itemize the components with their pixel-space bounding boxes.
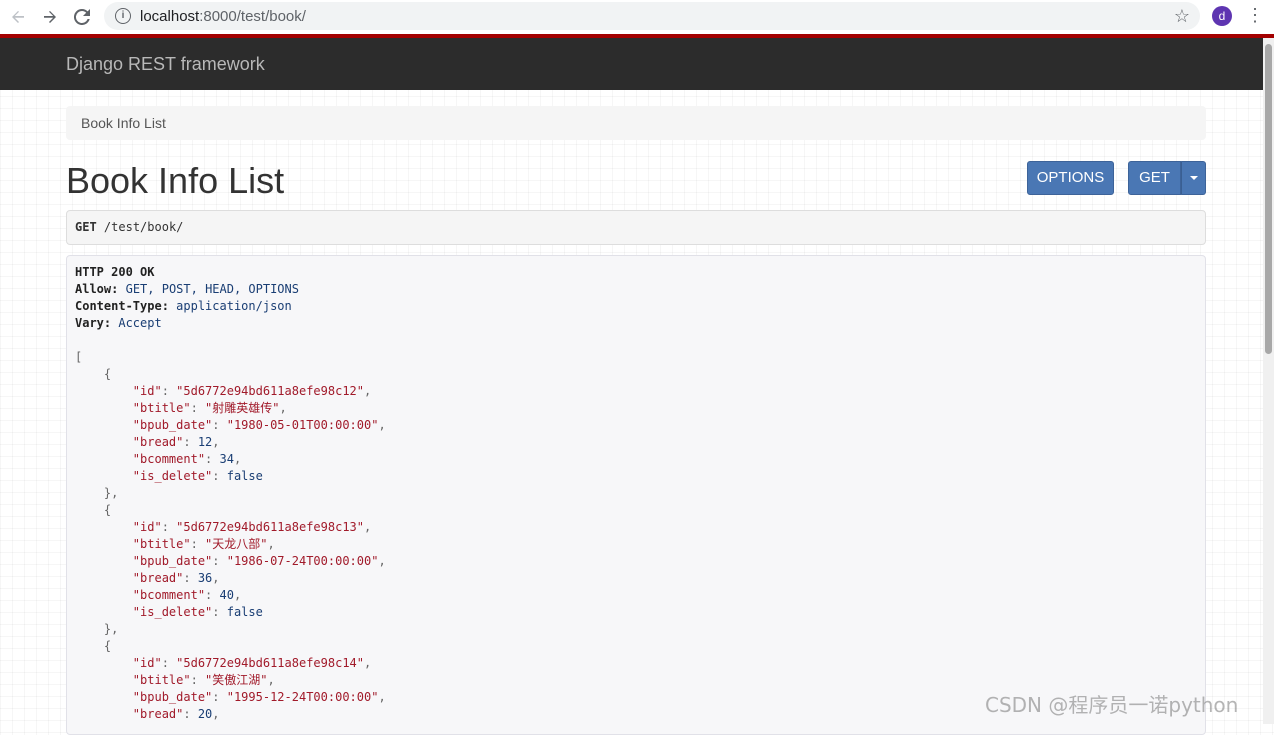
watermark: CSDN @程序员一诺python <box>985 693 1239 717</box>
url-text[interactable]: localhost:8000/test/book/ <box>140 8 306 25</box>
record-id: "5d6772e94bd611a8efe98c13" <box>176 520 364 534</box>
page-scrollbar[interactable] <box>1263 38 1274 724</box>
url-path: :8000/test/book/ <box>199 7 306 25</box>
scrollbar-thumb[interactable] <box>1265 44 1272 354</box>
arrow-right-icon[interactable] <box>34 1 66 33</box>
navbar: Django REST framework <box>0 38 1274 90</box>
info-icon[interactable]: i <box>115 8 131 24</box>
reload-icon[interactable] <box>66 1 98 33</box>
response-status: HTTP 200 OK <box>75 265 155 279</box>
record-bread: 20 <box>197 707 213 721</box>
record-id: "5d6772e94bd611a8efe98c12" <box>176 384 364 398</box>
request-path: /test/book/ <box>103 220 184 234</box>
record-bread: 36 <box>197 571 213 585</box>
brand-link[interactable]: Django REST framework <box>66 54 265 75</box>
record-bpub-date: "1995-12-24T00:00:00" <box>226 690 379 704</box>
kebab-menu-icon[interactable]: ⋮ <box>1246 5 1264 26</box>
caret-down-icon <box>1189 176 1198 181</box>
record-btitle: "射雕英雄传" <box>205 401 280 415</box>
breadcrumb: Book Info List <box>66 106 1206 140</box>
record-id: "5d6772e94bd611a8efe98c14" <box>176 656 364 670</box>
request-info: GET /test/book/ <box>66 210 1206 245</box>
record-bcomment: 34 <box>219 452 234 466</box>
header-name: Allow: <box>75 282 119 296</box>
get-button[interactable]: GET <box>1128 161 1181 195</box>
record-bpub-date: "1986-07-24T00:00:00" <box>226 554 379 568</box>
record-is-delete: false <box>226 469 263 483</box>
breadcrumb-item[interactable]: Book Info List <box>81 115 166 131</box>
record-bcomment: 40 <box>219 588 234 602</box>
request-method: GET <box>75 220 97 234</box>
url-host: localhost <box>140 7 200 25</box>
arrow-left-icon[interactable] <box>2 1 34 33</box>
header-value: Accept <box>118 316 162 330</box>
header-value: application/json <box>176 299 292 313</box>
get-format-dropdown[interactable] <box>1181 161 1206 195</box>
record-btitle: "天龙八部" <box>205 537 268 551</box>
page-title: Book Info List <box>66 160 285 201</box>
record-btitle: "笑傲江湖" <box>205 673 268 687</box>
response-body: HTTP 200 OK Allow: GET, POST, HEAD, OPTI… <box>75 265 386 721</box>
star-icon[interactable]: ☆ <box>1174 6 1190 27</box>
record-is-delete: false <box>226 605 263 619</box>
record-bpub-date: "1980-05-01T00:00:00" <box>226 418 379 432</box>
browser-toolbar: i localhost:8000/test/book/ ☆ d ⋮ <box>0 0 1274 34</box>
avatar[interactable]: d <box>1212 6 1232 26</box>
header-name: Vary: <box>75 316 112 330</box>
header-name: Content-Type: <box>75 299 169 313</box>
record-bread: 12 <box>197 435 213 449</box>
header-value: GET, POST, HEAD, OPTIONS <box>125 282 299 296</box>
response-info: HTTP 200 OK Allow: GET, POST, HEAD, OPTI… <box>66 255 1206 735</box>
options-button[interactable]: OPTIONS <box>1027 161 1114 195</box>
address-bar[interactable]: i localhost:8000/test/book/ ☆ <box>104 2 1200 30</box>
